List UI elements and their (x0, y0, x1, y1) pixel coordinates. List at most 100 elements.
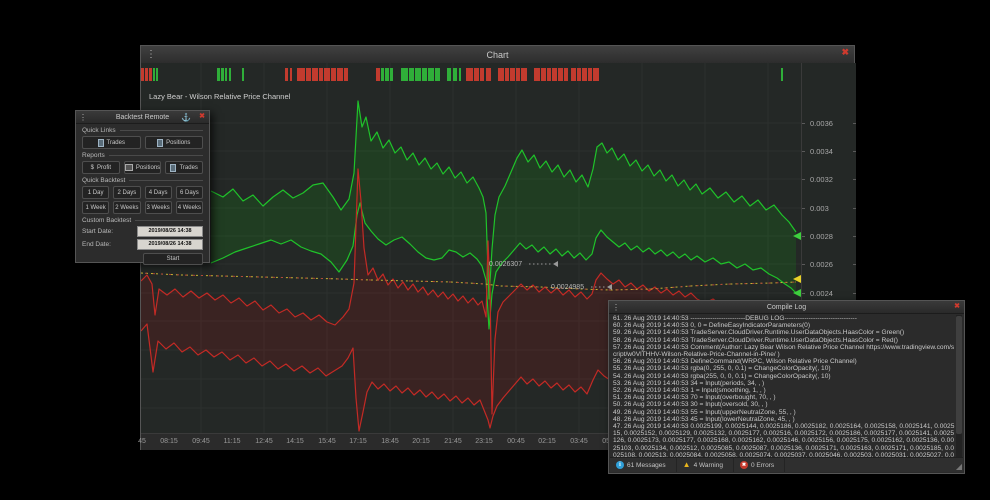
backtest-1week-button[interactable]: 1 Week (82, 201, 109, 214)
signal-bar (582, 68, 587, 81)
signal-bar (541, 68, 546, 81)
report-positions-button[interactable]: Positions (124, 161, 162, 174)
report-trades-button[interactable]: Trades (165, 161, 203, 174)
signal-bar (510, 68, 515, 81)
signal-bar (516, 68, 520, 81)
signal-bar (571, 68, 576, 81)
time-tick-label: 20:15 (412, 438, 430, 445)
log-scrollbar-thumb[interactable] (956, 316, 962, 434)
backtest-3weeks-button[interactable]: 3 Weeks (145, 201, 172, 214)
log-line: 50. 26 Aug 2019 14:40:53 30 = Input(over… (613, 401, 957, 408)
price-tick-label: 0.0034 (810, 147, 833, 156)
report-profit-button[interactable]: $ Profit (82, 161, 120, 174)
signal-bar (319, 68, 323, 81)
log-line: 48. 26 Aug 2019 14:40:53 45 = Input(lowe… (613, 416, 957, 423)
price-tick-label: 0.0026 (810, 260, 833, 269)
backtest-2days-button[interactable]: 2 Days (113, 186, 140, 199)
log-line: 49. 26 Aug 2019 14:40:53 55 = Input(uppe… (613, 409, 957, 416)
signal-bar (337, 68, 343, 81)
dollar-icon: $ (91, 165, 94, 171)
signal-bar (534, 68, 540, 81)
backtest-1day-button[interactable]: 1 Day (82, 186, 109, 199)
window-menu-icon[interactable]: ⋮ (612, 303, 620, 312)
price-callout-label: 0.0026307 (489, 261, 522, 268)
messages-count: 61 Messages (627, 462, 666, 469)
time-tick-label: 18:45 (381, 438, 399, 445)
log-line: 59. 26 Aug 2019 14:40:53 TradeServer.Clo… (613, 329, 957, 336)
price-tick-mark (853, 208, 856, 209)
signal-bar (547, 68, 551, 81)
signal-bar (331, 68, 336, 81)
price-tick-mark (802, 208, 805, 209)
backtest-4weeks-button[interactable]: 4 Weeks (176, 201, 203, 214)
time-tick-label: 45 (138, 438, 146, 445)
quick-link-positions-button[interactable]: Positions (145, 136, 204, 149)
file-icon (157, 139, 163, 147)
signal-bar (486, 68, 491, 81)
quick-link-trades-button[interactable]: Trades (82, 136, 141, 149)
chart-window-titlebar[interactable]: ⋮ Chart ✖ (141, 46, 854, 64)
close-icon[interactable]: ✖ (954, 302, 960, 310)
resize-grip[interactable]: ◢ (956, 463, 962, 471)
signal-bar (401, 68, 408, 81)
signal-bar (344, 68, 348, 81)
close-icon[interactable]: ✖ (841, 47, 849, 58)
log-scrollbar[interactable] (956, 315, 962, 457)
backtest-6days-button[interactable]: 6 Days (176, 186, 203, 199)
backtest-2weeks-button[interactable]: 2 Weeks (113, 201, 140, 214)
time-tick-label: 00:45 (507, 438, 525, 445)
log-titlebar[interactable]: ⋮ Compile Log ✖ (609, 301, 964, 314)
signal-bar (149, 68, 152, 81)
signal-bar (505, 68, 509, 81)
signal-bar (229, 68, 231, 81)
signal-bar (297, 68, 305, 81)
compile-log-window: ⋮ Compile Log ✖ 61. 26 Aug 2019 14:40:53… (608, 300, 965, 474)
price-tick-label: 0.0024 (810, 289, 833, 298)
signal-bar (153, 68, 155, 81)
end-date-input[interactable]: 2019/08/26 14:38 (137, 239, 203, 250)
signal-bar (447, 68, 451, 81)
messages-filter[interactable]: i 61 Messages (610, 458, 677, 472)
chart-window-title: Chart (141, 50, 854, 60)
signal-bar (474, 68, 479, 81)
signal-bar (428, 68, 434, 81)
price-tick-mark (853, 264, 856, 265)
anchor-icon[interactable]: ⚓ (181, 113, 191, 122)
price-tick-label: 0.003 (810, 204, 829, 213)
info-icon: i (616, 461, 624, 469)
log-line: 51. 26 Aug 2019 14:40:53 70 = Input(over… (613, 394, 957, 401)
log-line: 58. 26 Aug 2019 14:40:53 TradeServer.Clo… (613, 337, 957, 344)
signal-bar (781, 68, 783, 81)
time-tick-label: 11:15 (224, 438, 241, 445)
time-tick-label: 23:15 (475, 438, 493, 445)
file-icon (98, 139, 104, 147)
log-line: 52. 26 Aug 2019 14:40:53 1 = Input(smoot… (613, 387, 957, 394)
time-tick-label: 21:45 (444, 438, 462, 445)
errors-count: 0 Errors (751, 462, 774, 469)
close-icon[interactable]: ✖ (199, 112, 205, 120)
signal-bar (498, 68, 504, 81)
errors-filter[interactable]: ✖ 0 Errors (734, 458, 785, 472)
time-tick-label: 08:15 (160, 438, 178, 445)
backtest-4days-button[interactable]: 4 Days (145, 186, 172, 199)
log-line: 54. 26 Aug 2019 14:40:53 rgba(255, 0, 0,… (613, 373, 957, 380)
signal-bar (593, 68, 599, 81)
start-date-input[interactable]: 2019/08/26 14:38 (137, 226, 203, 237)
warnings-filter[interactable]: ▲ 4 Warning (677, 458, 734, 472)
printer-icon (125, 164, 133, 171)
signal-bar (285, 68, 288, 81)
time-tick-label: 15:45 (318, 438, 336, 445)
time-tick-label: 17:15 (349, 438, 367, 445)
start-date-label: Start Date: (82, 228, 137, 235)
end-date-label: End Date: (82, 241, 137, 248)
time-tick-label: 14:15 (286, 438, 304, 445)
price-tick-mark (802, 264, 805, 265)
start-backtest-button[interactable]: Start (143, 253, 203, 265)
log-status-bar: i 61 Messages ▲ 4 Warning ✖ 0 Errors ◢ (610, 457, 963, 472)
signal-bar (242, 68, 244, 81)
price-tick-label: 0.0028 (810, 232, 833, 241)
price-tick-mark (853, 123, 856, 124)
window-menu-icon[interactable]: ⋮ (146, 49, 156, 60)
window-menu-icon[interactable]: ⋮ (79, 113, 87, 122)
backtest-titlebar[interactable]: ⋮ Backtest Remote ⚓ ✖ (76, 111, 209, 124)
